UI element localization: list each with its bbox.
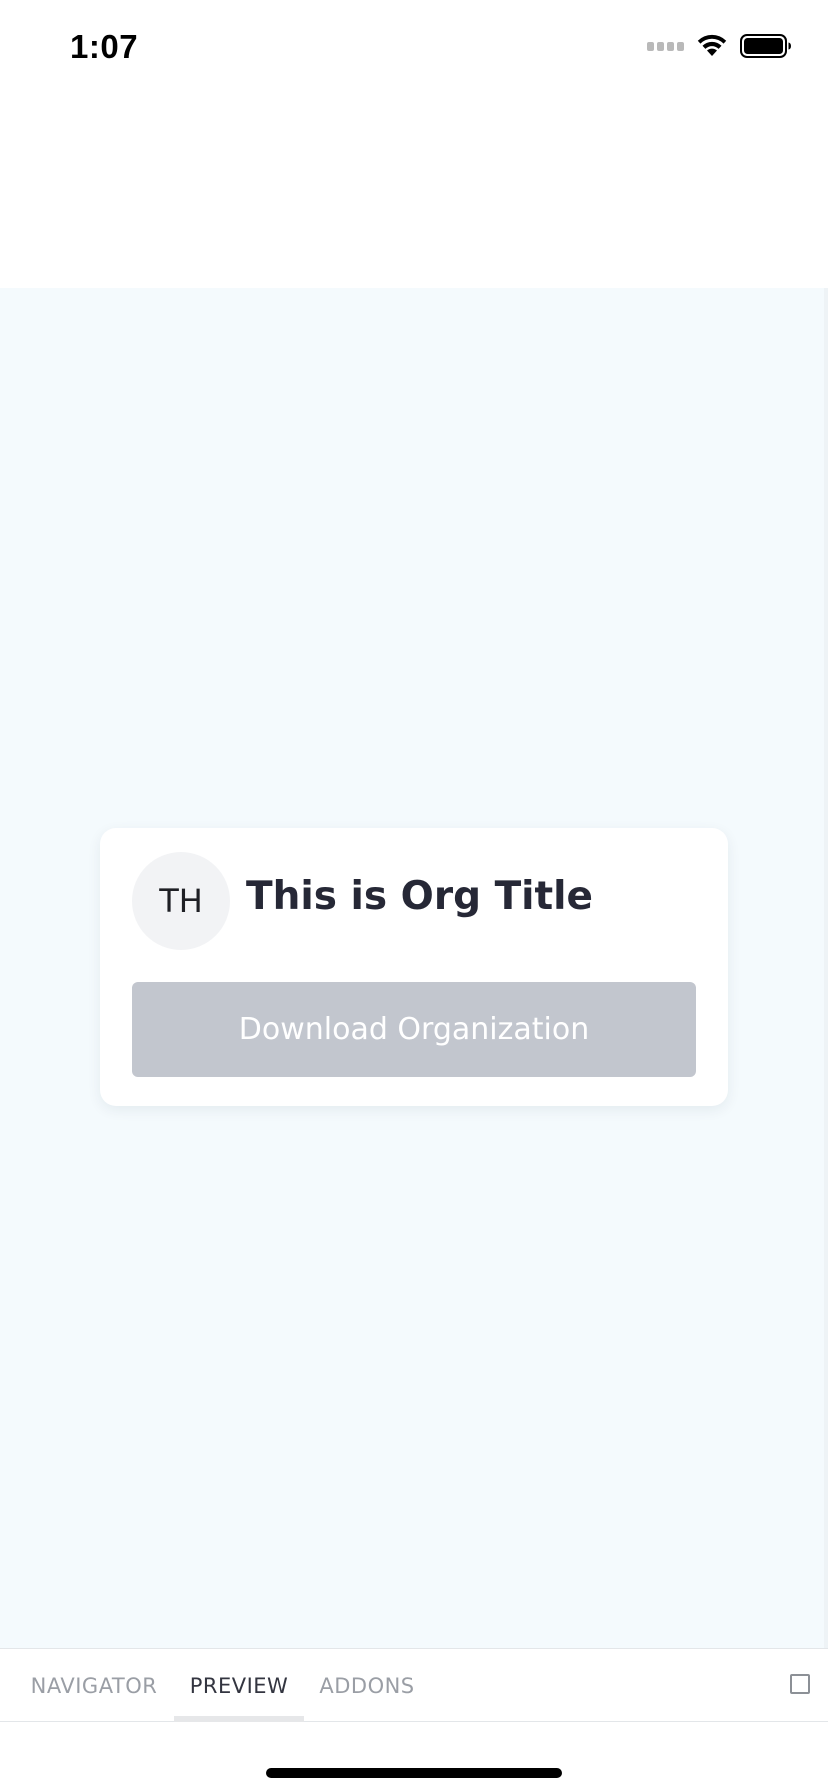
download-organization-button[interactable]: Download Organization [132,982,696,1077]
tab-preview[interactable]: PREVIEW [174,1649,304,1723]
wifi-icon [696,34,728,58]
tab-addons[interactable]: ADDONS [314,1649,420,1723]
status-time: 1:07 [70,28,139,65]
status-bar: 1:07 [0,0,828,100]
home-indicator[interactable] [266,1768,562,1778]
canvas-edge [824,288,828,1648]
avatar: TH [132,852,230,950]
organization-card: TH This is Org Title Download Organizati… [100,828,728,1106]
fullscreen-icon[interactable] [790,1674,810,1694]
home-area [0,1722,828,1792]
status-icons [647,34,792,58]
tab-navigator[interactable]: NAVIGATOR [20,1649,168,1723]
addon-tab-bar: NAVIGATOR PREVIEW ADDONS [0,1648,828,1722]
battery-icon [740,34,792,58]
header-area [0,100,828,288]
org-title: This is Org Title [246,874,594,919]
cellular-signal-icon [647,41,684,51]
